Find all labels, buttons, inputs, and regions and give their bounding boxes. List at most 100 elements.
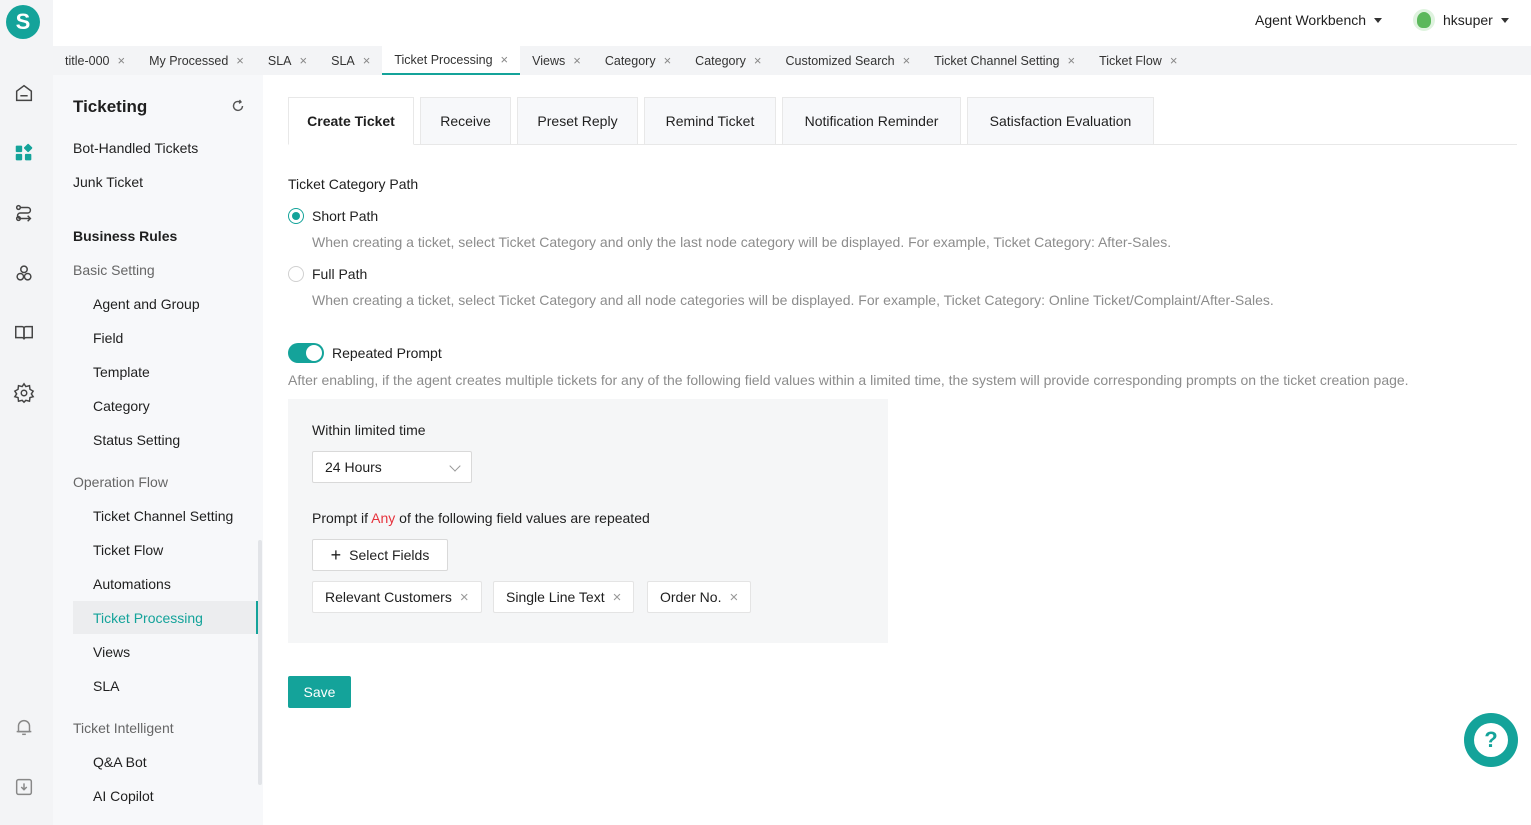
gear-icon[interactable] [12,381,36,405]
sidebar-scrollbar[interactable] [258,540,262,785]
close-icon[interactable]: × [460,589,469,606]
close-icon[interactable]: × [664,53,672,68]
page-tab-label: Category [695,53,746,68]
refresh-icon[interactable] [231,99,245,113]
download-icon[interactable] [12,775,36,799]
prompt-rule-text: Prompt if Any of the following field val… [312,510,650,526]
sidebar-item-category[interactable]: Category [93,398,150,414]
bell-icon[interactable] [12,715,36,739]
caret-down-icon [1374,17,1383,23]
tab-satisfaction-evaluation[interactable]: Satisfaction Evaluation [967,97,1154,145]
short-path-label[interactable]: Short Path [312,208,378,224]
sidebar-item-ticket-channel-setting[interactable]: Ticket Channel Setting [93,508,233,524]
page-tab[interactable]: title-000 × [53,46,137,75]
limited-time-label: Within limited time [312,422,426,438]
username: hksuper [1443,12,1493,28]
prompt-prefix: Prompt if [312,510,369,526]
caret-down-icon [1500,17,1509,23]
sidebar-item-qa-bot[interactable]: Q&A Bot [93,754,147,770]
tab-notification-reminder[interactable]: Notification Reminder [782,97,961,145]
tab-create-ticket[interactable]: Create Ticket [288,97,414,145]
short-path-description: When creating a ticket, select Ticket Ca… [312,234,1172,250]
prompt-any: Any [371,510,396,526]
close-icon[interactable]: × [300,53,308,68]
tab-receive[interactable]: Receive [420,97,511,145]
help-glyph: ? [1484,727,1498,752]
close-icon[interactable]: × [613,589,622,606]
sidebar-group-ticket-intelligent[interactable]: Ticket Intelligent [73,720,174,736]
page-tab[interactable]: SLA × [256,46,319,75]
page-tab-label: Ticket Processing [394,52,493,67]
tab-remind-ticket[interactable]: Remind Ticket [644,97,776,145]
sidebar-item-template[interactable]: Template [93,364,150,380]
sidebar-item-ticket-flow[interactable]: Ticket Flow [93,542,163,558]
sidebar-group-operation-flow[interactable]: Operation Flow [73,474,168,490]
field-chip: Relevant Customers × [312,581,482,613]
page-tab-label: Ticket Flow [1099,53,1162,68]
page-tab[interactable]: Category × [593,46,683,75]
page-tab-active[interactable]: Ticket Processing × [382,46,521,75]
sidebar-item-junk-ticket[interactable]: Junk Ticket [73,174,143,190]
user-menu[interactable]: hksuper [1413,9,1509,31]
page-tab-label: My Processed [149,53,229,68]
tab-preset-reply[interactable]: Preset Reply [517,97,638,145]
chevron-down-icon [449,460,461,472]
page-tab[interactable]: My Processed × [137,46,256,75]
short-path-radio[interactable] [288,208,304,224]
full-path-description: When creating a ticket, select Ticket Ca… [312,292,1274,308]
sidebar-item-views[interactable]: Views [93,644,130,660]
plus-icon: + [330,545,342,565]
close-icon[interactable]: × [573,53,581,68]
sidebar-item-automations[interactable]: Automations [93,576,171,592]
sidebar-item-ticket-processing[interactable]: Ticket Processing [93,610,203,626]
close-icon[interactable]: × [117,53,125,68]
page-tab-label: Category [604,53,656,68]
sidebar-item-bot-handled-tickets[interactable]: Bot-Handled Tickets [73,140,198,156]
close-icon[interactable]: × [363,53,371,68]
page-tab[interactable]: SLA × [319,46,382,75]
page-tab[interactable]: Category × [683,46,773,75]
select-fields-button[interactable]: + Select Fields [312,539,448,571]
top-bar: Agent Workbench hksuper [53,0,1531,44]
users-icon[interactable] [12,261,36,285]
workbench-dropdown[interactable]: Agent Workbench [1255,12,1383,28]
page-tab[interactable]: Ticket Flow × [1087,46,1189,75]
sidebar-item-field[interactable]: Field [93,330,123,346]
apps-icon[interactable] [12,141,36,165]
limited-time-select[interactable]: 24 Hours [312,451,472,483]
close-icon[interactable]: × [236,53,244,68]
prompt-suffix: of the following field values are repeat… [399,510,650,526]
close-icon[interactable]: × [754,53,762,68]
close-icon[interactable]: × [1067,53,1075,68]
field-chip: Single Line Text × [493,581,635,613]
page-tab[interactable]: Ticket Channel Setting × [922,46,1087,75]
close-icon[interactable]: × [903,53,911,68]
save-button[interactable]: Save [288,676,351,708]
app-logo[interactable]: S [6,5,40,39]
full-path-radio[interactable] [288,266,304,282]
full-path-label[interactable]: Full Path [312,266,367,282]
close-icon[interactable]: × [1170,53,1178,68]
book-icon[interactable] [12,321,36,345]
avatar [1413,9,1435,31]
home-icon[interactable] [12,81,36,105]
sidebar-item-status-setting[interactable]: Status Setting [93,432,180,448]
sidebar-item-ai-copilot[interactable]: AI Copilot [93,788,154,804]
help-icon: ? [1474,723,1508,757]
page-tab[interactable]: Views × [520,46,593,75]
flow-icon[interactable] [12,201,36,225]
page-tab-label: Customized Search [785,53,895,68]
category-path-label: Ticket Category Path [288,176,419,192]
field-chip-label: Single Line Text [506,589,605,605]
close-icon[interactable]: × [729,589,738,606]
field-chip-label: Order No. [660,589,722,605]
sidebar-group-basic-setting[interactable]: Basic Setting [73,262,155,278]
close-icon[interactable]: × [501,52,509,67]
page-tab-label: title-000 [65,53,110,68]
workbench-label: Agent Workbench [1255,12,1367,28]
sidebar-item-agent-and-group[interactable]: Agent and Group [93,296,200,312]
help-button[interactable]: ? [1464,713,1518,767]
page-tab[interactable]: Customized Search × [774,46,923,75]
repeated-prompt-toggle[interactable] [288,343,324,363]
sidebar-item-sla[interactable]: SLA [93,678,119,694]
